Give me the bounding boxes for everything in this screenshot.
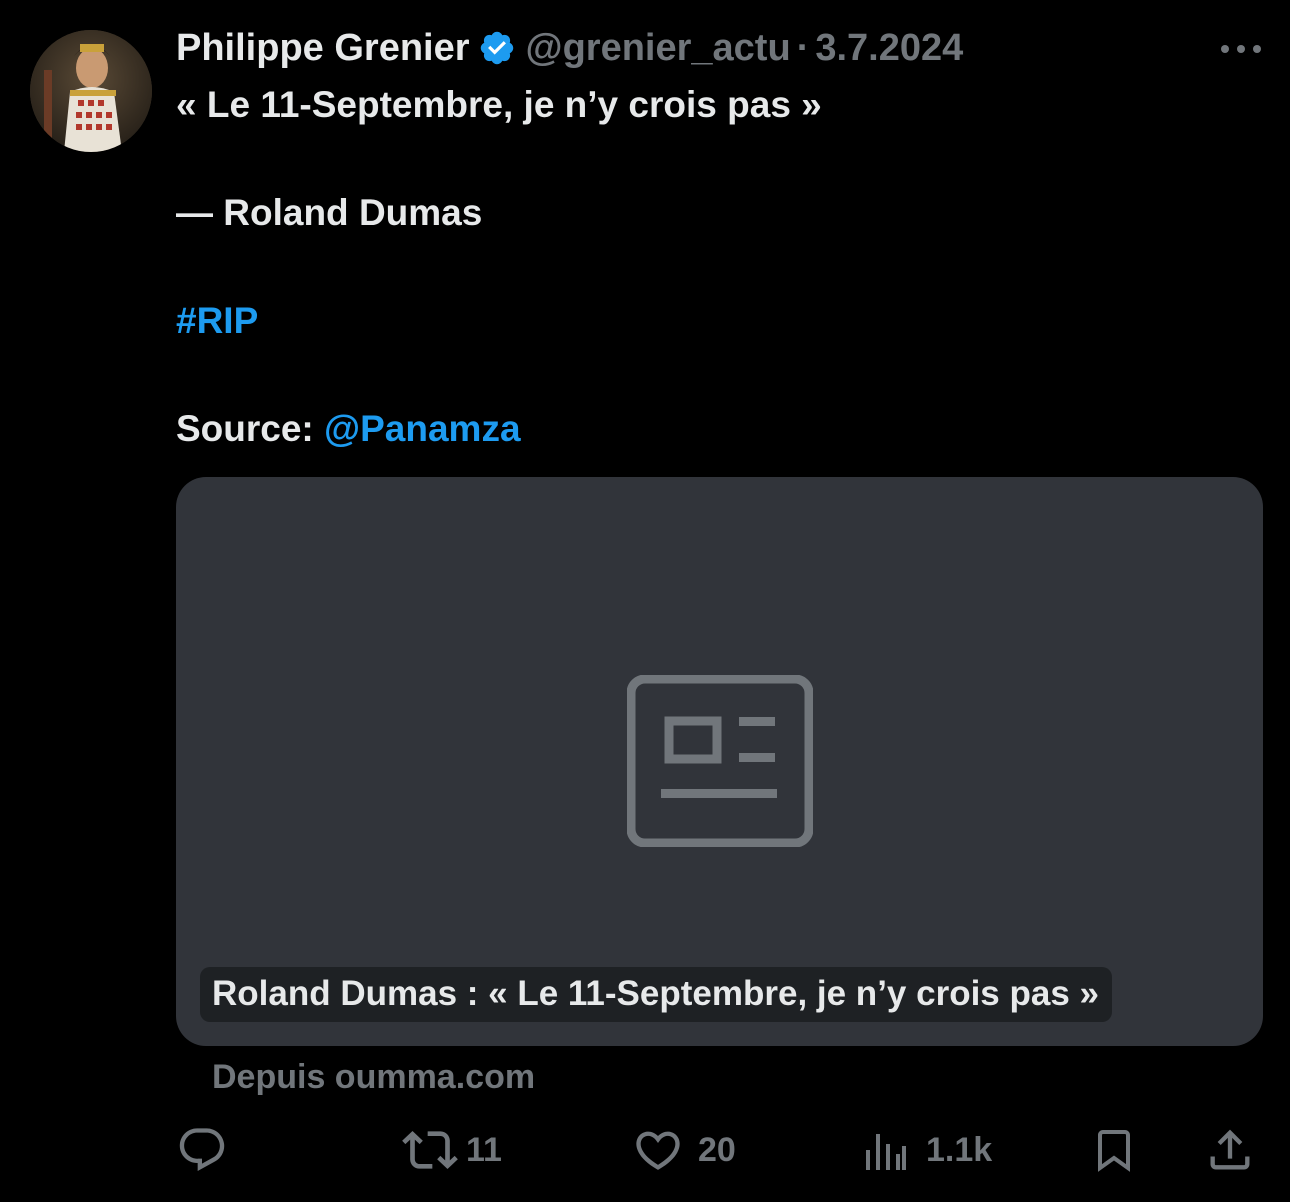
author-name[interactable]: Philippe Grenier	[176, 27, 470, 70]
article-placeholder-icon	[626, 674, 814, 852]
tweet-source-line: Source: @Panamza	[176, 402, 1266, 456]
tweet-header: Philippe Grenier @grenier_actu · 3.7.202…	[176, 22, 1266, 74]
bookmark-icon	[1098, 1130, 1130, 1172]
views-count: 1.1k	[926, 1130, 993, 1169]
reply-icon	[179, 1128, 225, 1172]
avatar[interactable]	[30, 30, 152, 152]
tweet: Philippe Grenier @grenier_actu · 3.7.202…	[0, 0, 1290, 1202]
share-button[interactable]	[1204, 1120, 1256, 1180]
header-separator: ·	[796, 26, 810, 69]
views-button[interactable]: 1.1k	[864, 1120, 992, 1180]
retweet-icon	[402, 1131, 458, 1169]
source-label: Source:	[176, 408, 325, 449]
verified-badge-icon[interactable]	[478, 29, 516, 67]
tweet-date[interactable]: 3.7.2024	[815, 27, 963, 70]
more-icon[interactable]	[1216, 34, 1266, 64]
card-source-domain[interactable]: Depuis oumma.com	[212, 1058, 535, 1097]
hashtag-link[interactable]: #RIP	[176, 300, 258, 341]
bookmark-button[interactable]	[1090, 1120, 1138, 1180]
reply-button[interactable]	[176, 1120, 242, 1180]
retweet-button[interactable]: 11	[402, 1120, 502, 1180]
tweet-attribution: — Roland Dumas	[176, 192, 483, 233]
like-count: 20	[698, 1130, 736, 1169]
retweet-count: 11	[466, 1130, 502, 1169]
views-icon	[866, 1134, 906, 1170]
tweet-content: Philippe Grenier @grenier_actu · 3.7.202…	[176, 22, 1266, 456]
share-icon	[1210, 1129, 1250, 1170]
tweet-quote: « Le 11-Septembre, je n’y crois pas »	[176, 84, 822, 125]
tweet-actions: 11 20 1.1k	[176, 1120, 1266, 1180]
author-handle[interactable]: @grenier_actu	[526, 27, 791, 70]
like-icon	[636, 1131, 680, 1170]
card-title[interactable]: Roland Dumas : « Le 11-Septembre, je n’y…	[200, 967, 1112, 1022]
mention-link[interactable]: @Panamza	[324, 408, 521, 449]
tweet-text: « Le 11-Septembre, je n’y crois pas » — …	[176, 78, 1266, 456]
link-card[interactable]: Roland Dumas : « Le 11-Septembre, je n’y…	[176, 477, 1263, 1046]
like-button[interactable]: 20	[632, 1120, 736, 1180]
